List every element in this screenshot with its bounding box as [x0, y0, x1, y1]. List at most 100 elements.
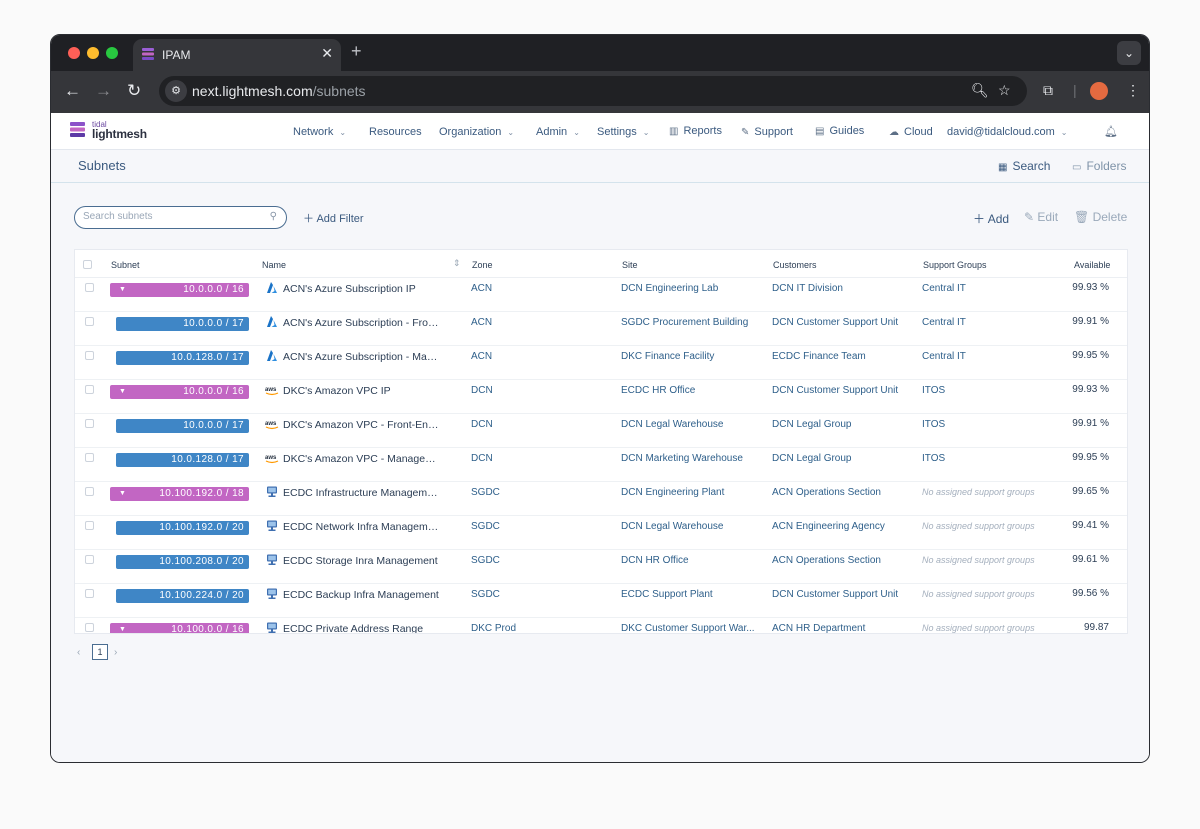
subnet-name[interactable]: ACN's Azure Subscription - Man... [283, 351, 441, 363]
customer-link[interactable]: DCN Customer Support Unit [772, 385, 912, 396]
zone-link[interactable]: DCN [471, 385, 493, 396]
customer-link[interactable]: DCN Legal Group [772, 419, 912, 430]
bookmark-star-icon[interactable]: ☆ [998, 82, 1011, 99]
page-number[interactable]: 1 [92, 644, 108, 660]
reload-icon[interactable]: ↻ [127, 81, 141, 101]
table-row[interactable]: 10.100.224.0 / 20 ECDC Backup Infra Manag… [75, 584, 1127, 618]
customer-link[interactable]: ACN Operations Section [772, 555, 912, 566]
zone-link[interactable]: SGDC [471, 521, 500, 532]
support-group[interactable]: Central IT [922, 351, 1062, 362]
edit-button[interactable]: ✎ Edit [1024, 210, 1058, 224]
select-all-checkbox[interactable] [83, 260, 92, 269]
nav-network[interactable]: Network ⌄ [293, 126, 346, 138]
table-row[interactable]: ▼ 10.0.0.0 / 16 ACN's Azure Subscription I… [75, 278, 1127, 312]
subnet-name[interactable]: ACN's Azure Subscription IP [283, 283, 441, 295]
support-group[interactable]: ITOS [922, 419, 1062, 430]
notification-bell-icon[interactable]: 🔔︎ [1104, 125, 1118, 138]
nav-reports[interactable]: ▥ Reports [669, 125, 722, 137]
nav-guides[interactable]: ▤ Guides [815, 125, 864, 137]
customer-link[interactable]: DCN Customer Support Unit [772, 589, 912, 600]
row-checkbox[interactable] [85, 623, 94, 632]
customer-link[interactable]: ACN HR Department [772, 623, 912, 633]
row-checkbox[interactable] [85, 283, 94, 292]
subnet-cidr-pill[interactable]: 10.100.192.0 / 20 [116, 521, 249, 535]
support-group[interactable]: Central IT [922, 283, 1062, 294]
col-available[interactable]: Available [1074, 260, 1110, 270]
zone-link[interactable]: ACN [471, 317, 492, 328]
support-group[interactable]: Central IT [922, 317, 1062, 328]
row-checkbox[interactable] [85, 589, 94, 598]
browser-menu-icon[interactable]: ⋮ [1126, 82, 1140, 99]
row-checkbox[interactable] [85, 555, 94, 564]
table-row[interactable]: ▼ 10.100.192.0 / 18 ECDC Infrastructure Ma… [75, 482, 1127, 516]
subnet-name[interactable]: ECDC Network Infra Management [283, 521, 441, 533]
close-window-button[interactable] [68, 47, 80, 59]
extensions-icon[interactable]: ⧉ [1043, 82, 1053, 99]
table-row[interactable]: 10.0.128.0 / 17 ACN's Azure Subscription … [75, 346, 1127, 380]
table-row[interactable]: ▼ 10.100.0.0 / 16 ECDC Private Address Ran… [75, 618, 1127, 633]
nav-settings[interactable]: Settings ⌄ [597, 126, 649, 138]
search-input[interactable] [83, 211, 263, 222]
zone-link[interactable]: SGDC [471, 589, 500, 600]
customer-link[interactable]: DCN Customer Support Unit [772, 317, 912, 328]
add-filter-button[interactable]: ＋ Add Filter [303, 210, 364, 226]
site-link[interactable]: DKC Customer Support War... [621, 623, 757, 633]
col-subnet[interactable]: Subnet [111, 260, 140, 270]
zone-link[interactable]: DCN [471, 419, 493, 430]
delete-button[interactable]: 🗑︎ Delete [1074, 210, 1127, 224]
subnet-cidr-pill[interactable]: 10.100.208.0 / 20 [116, 555, 249, 569]
tab-close-icon[interactable]: ✕ [321, 45, 333, 62]
next-page-icon[interactable]: › [114, 647, 117, 658]
row-checkbox[interactable] [85, 351, 94, 360]
subnet-name[interactable]: DKC's Amazon VPC IP [283, 385, 441, 397]
subnet-cidr-pill[interactable]: ▼ 10.100.192.0 / 18 [110, 487, 249, 501]
nav-cloud[interactable]: ☁ Cloud [889, 126, 933, 138]
folders-view-tab[interactable]: ▭ Folders [1072, 159, 1126, 173]
browser-tab[interactable]: IPAM ✕ [133, 39, 341, 71]
zone-link[interactable]: DCN [471, 453, 493, 464]
add-button[interactable]: ＋ Add [973, 210, 1009, 227]
prev-page-icon[interactable]: ‹ [77, 647, 80, 658]
zone-link[interactable]: DKC Prod [471, 623, 516, 633]
customer-link[interactable]: DCN IT Division [772, 283, 912, 294]
customer-link[interactable]: ECDC Finance Team [772, 351, 912, 362]
support-group[interactable]: ITOS [922, 453, 1062, 464]
subnet-cidr-pill[interactable]: 10.0.0.0 / 17 [116, 317, 249, 331]
customer-link[interactable]: ACN Operations Section [772, 487, 912, 498]
sort-icon[interactable]: ⇕ [453, 258, 461, 269]
search-view-tab[interactable]: ▦ Search [998, 159, 1050, 173]
address-bar[interactable]: ⚙ next.lightmesh.com/subnets 🔍︎ ☆ [159, 76, 1027, 106]
site-link[interactable]: DKC Finance Facility [621, 351, 757, 362]
search-icon[interactable]: ⚲ [270, 211, 277, 222]
back-arrow-icon[interactable]: ← [64, 81, 81, 101]
col-support-groups[interactable]: Support Groups [923, 260, 987, 270]
row-checkbox[interactable] [85, 453, 94, 462]
table-row[interactable]: 10.0.0.0 / 17 aws DKC's Amazon VPC - Front… [75, 414, 1127, 448]
maximize-window-button[interactable] [106, 47, 118, 59]
customer-link[interactable]: ACN Engineering Agency [772, 521, 912, 532]
subnet-cidr-pill[interactable]: 10.0.0.0 / 17 [116, 419, 249, 433]
tab-search-button[interactable]: ⌄ [1117, 41, 1141, 65]
site-link[interactable]: DCN Engineering Plant [621, 487, 757, 498]
site-link[interactable]: DCN HR Office [621, 555, 757, 566]
minimize-window-button[interactable] [87, 47, 99, 59]
row-checkbox[interactable] [85, 419, 94, 428]
nav-organization[interactable]: Organization ⌄ [439, 126, 514, 138]
table-row[interactable]: 10.0.128.0 / 17 aws DKC's Amazon VPC - Man… [75, 448, 1127, 482]
zone-link[interactable]: SGDC [471, 555, 500, 566]
table-row[interactable]: 10.100.208.0 / 20 ECDC Storage Inra Manag… [75, 550, 1127, 584]
subnet-name[interactable]: ACN's Azure Subscription - Fron... [283, 317, 441, 329]
subnet-cidr-pill[interactable]: ▼ 10.0.0.0 / 16 [110, 283, 249, 297]
subnet-cidr-pill[interactable]: 10.100.224.0 / 20 [116, 589, 249, 603]
collapse-triangle-icon[interactable]: ▼ [119, 487, 126, 501]
nav-support[interactable]: ✎ Support [741, 126, 793, 138]
profile-avatar[interactable] [1090, 82, 1108, 100]
table-row[interactable]: ▼ 10.0.0.0 / 16 aws DKC's Amazon VPC IP DCN E… [75, 380, 1127, 414]
zoom-icon[interactable]: 🔍︎ [971, 82, 989, 99]
forward-arrow-icon[interactable]: → [95, 81, 112, 101]
collapse-triangle-icon[interactable]: ▼ [119, 385, 126, 399]
collapse-triangle-icon[interactable]: ▼ [119, 283, 126, 297]
site-link[interactable]: ECDC Support Plant [621, 589, 757, 600]
zone-link[interactable]: ACN [471, 351, 492, 362]
col-zone[interactable]: Zone [472, 260, 493, 270]
